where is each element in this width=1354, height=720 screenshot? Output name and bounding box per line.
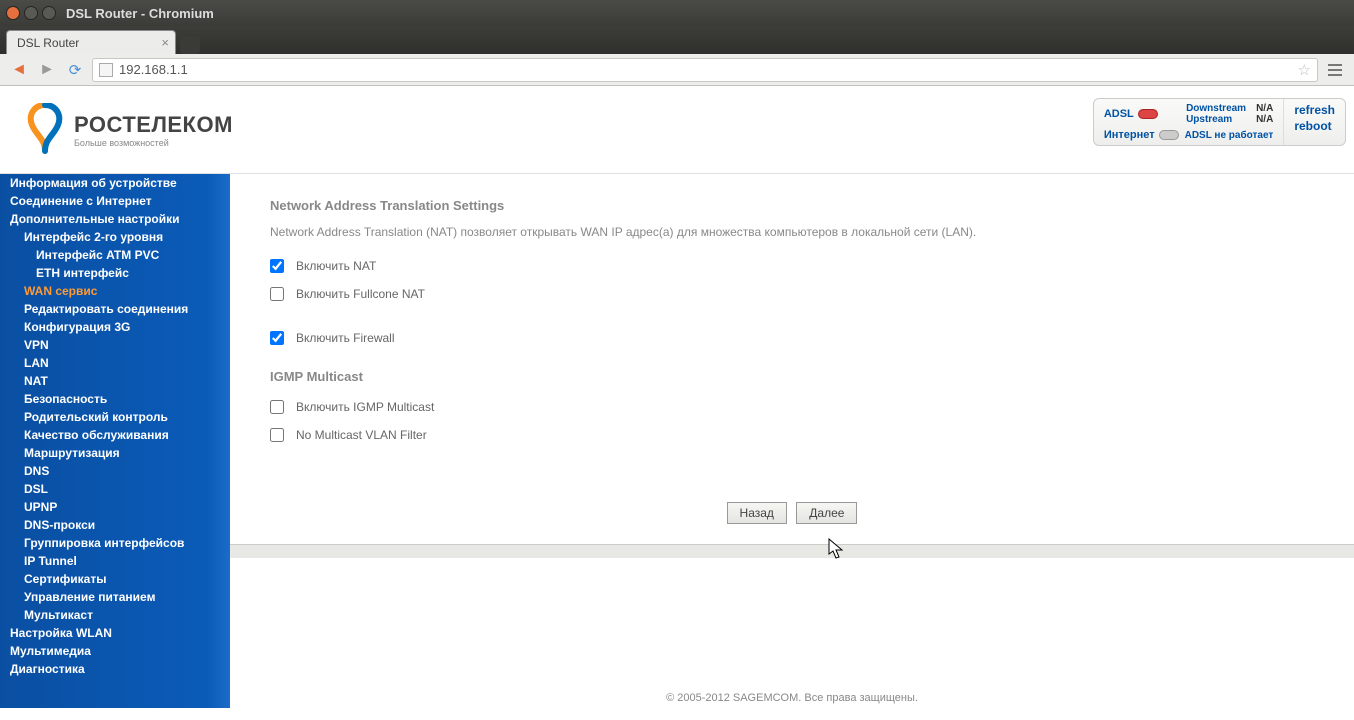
checkbox-row: Включить Fullcone NAT: [270, 287, 1314, 301]
new-tab-button[interactable]: [180, 36, 200, 54]
refresh-link[interactable]: refresh: [1294, 103, 1335, 117]
adsl-error-text: ADSL не работает: [1185, 130, 1274, 141]
nat-description: Network Address Translation (NAT) позвол…: [270, 225, 1314, 239]
sidebar-item[interactable]: Настройка WLAN: [0, 624, 230, 642]
page-header: РОСТЕЛЕКОМ Больше возможностей ADSL Down…: [0, 86, 1354, 174]
downstream-value: N/A: [1256, 103, 1273, 114]
site-icon: [99, 63, 113, 77]
sidebar-item[interactable]: Безопасность: [0, 390, 230, 408]
logo-name: РОСТЕЛЕКОМ: [74, 112, 233, 138]
upstream-value: N/A: [1256, 114, 1273, 125]
sidebar-item[interactable]: UPNP: [0, 498, 230, 516]
nav-forward-button[interactable]: ►: [36, 59, 58, 81]
back-button[interactable]: Назад: [727, 502, 787, 524]
sidebar[interactable]: Информация об устройствеСоединение с Инт…: [0, 174, 230, 708]
main-layout: Информация об устройствеСоединение с Инт…: [0, 174, 1354, 708]
window-controls: [6, 6, 56, 20]
checkbox-label: Включить IGMP Multicast: [296, 400, 434, 414]
downstream-label: Downstream: [1186, 103, 1246, 114]
status-panel: ADSL Downstream Upstream N/A N/A Инте: [1093, 98, 1346, 146]
sidebar-item[interactable]: ETH интерфейс: [0, 264, 230, 282]
internet-label: Интернет: [1104, 129, 1155, 141]
horizontal-scrollbar[interactable]: [230, 544, 1354, 558]
content-area: Network Address Translation Settings Net…: [230, 174, 1354, 708]
checkbox-input[interactable]: [270, 400, 284, 414]
sidebar-item[interactable]: DSL: [0, 480, 230, 498]
reboot-link[interactable]: reboot: [1294, 119, 1335, 133]
checkbox-row: No Multicast VLAN Filter: [270, 428, 1314, 442]
tab-close-icon[interactable]: ×: [161, 35, 169, 50]
igmp-section-title: IGMP Multicast: [270, 369, 1314, 384]
checkbox-input[interactable]: [270, 331, 284, 345]
window-titlebar: DSL Router - Chromium: [0, 0, 1354, 26]
browser-tabs-bar: DSL Router ×: [0, 26, 1354, 54]
sidebar-item[interactable]: Группировка интерфейсов: [0, 534, 230, 552]
sidebar-item[interactable]: NAT: [0, 372, 230, 390]
checkbox-label: No Multicast VLAN Filter: [296, 428, 427, 442]
adsl-label: ADSL: [1104, 108, 1134, 120]
sidebar-item[interactable]: IP Tunnel: [0, 552, 230, 570]
sidebar-item[interactable]: DNS: [0, 462, 230, 480]
window-maximize-button[interactable]: [42, 6, 56, 20]
sidebar-item[interactable]: Управление питанием: [0, 588, 230, 606]
checkbox-input[interactable]: [270, 428, 284, 442]
adsl-indicator-icon: [1138, 109, 1158, 119]
bookmark-star-icon[interactable]: ☆: [1298, 61, 1311, 79]
sidebar-item[interactable]: Мультимедиа: [0, 642, 230, 660]
browser-menu-button[interactable]: [1324, 60, 1346, 80]
sidebar-item[interactable]: Сертификаты: [0, 570, 230, 588]
next-button[interactable]: Далее: [796, 502, 857, 524]
url-bar[interactable]: 192.168.1.1 ☆: [92, 58, 1318, 82]
checkbox-row: Включить IGMP Multicast: [270, 400, 1314, 414]
checkbox-input[interactable]: [270, 287, 284, 301]
sidebar-item[interactable]: Маршрутизация: [0, 444, 230, 462]
reload-button[interactable]: ⟳: [64, 59, 86, 81]
window-close-button[interactable]: [6, 6, 20, 20]
sidebar-item[interactable]: Дополнительные настройки: [0, 210, 230, 228]
nat-section-title: Network Address Translation Settings: [270, 198, 1314, 213]
nav-back-button[interactable]: ◄: [8, 59, 30, 81]
sidebar-item[interactable]: LAN: [0, 354, 230, 372]
sidebar-item[interactable]: WAN сервис: [0, 282, 230, 300]
sidebar-item[interactable]: Диагностика: [0, 660, 230, 678]
checkbox-label: Включить Fullcone NAT: [296, 287, 425, 301]
sidebar-item[interactable]: DNS-прокси: [0, 516, 230, 534]
logo: РОСТЕЛЕКОМ Больше возможностей: [0, 103, 233, 157]
tab-title: DSL Router: [17, 36, 79, 50]
sidebar-item[interactable]: VPN: [0, 336, 230, 354]
sidebar-item[interactable]: Родительский контроль: [0, 408, 230, 426]
internet-indicator-icon: [1159, 130, 1179, 140]
logo-tagline: Больше возможностей: [74, 138, 233, 148]
browser-toolbar: ◄ ► ⟳ 192.168.1.1 ☆: [0, 54, 1354, 86]
sidebar-item[interactable]: Качество обслуживания: [0, 426, 230, 444]
sidebar-item[interactable]: Конфигурация 3G: [0, 318, 230, 336]
sidebar-item[interactable]: Интерфейс ATM PVC: [0, 246, 230, 264]
sidebar-item[interactable]: Соединение с Интернет: [0, 192, 230, 210]
logo-icon: [24, 103, 66, 157]
checkbox-row: Включить Firewall: [270, 331, 1314, 345]
footer-text: © 2005-2012 SAGEMCOM. Все права защищены…: [230, 688, 1354, 708]
sidebar-item[interactable]: Интерфейс 2-го уровня: [0, 228, 230, 246]
browser-tab[interactable]: DSL Router ×: [6, 30, 176, 54]
button-row: Назад Далее: [270, 502, 1314, 524]
sidebar-item[interactable]: Информация об устройстве: [0, 174, 230, 192]
sidebar-item[interactable]: Редактировать соединения: [0, 300, 230, 318]
checkbox-row: Включить NAT: [270, 259, 1314, 273]
window-title: DSL Router - Chromium: [66, 6, 214, 21]
checkbox-input[interactable]: [270, 259, 284, 273]
checkbox-label: Включить NAT: [296, 259, 376, 273]
url-text: 192.168.1.1: [119, 62, 188, 77]
upstream-label: Upstream: [1186, 114, 1232, 125]
window-minimize-button[interactable]: [24, 6, 38, 20]
sidebar-item[interactable]: Мультикаст: [0, 606, 230, 624]
checkbox-label: Включить Firewall: [296, 331, 395, 345]
